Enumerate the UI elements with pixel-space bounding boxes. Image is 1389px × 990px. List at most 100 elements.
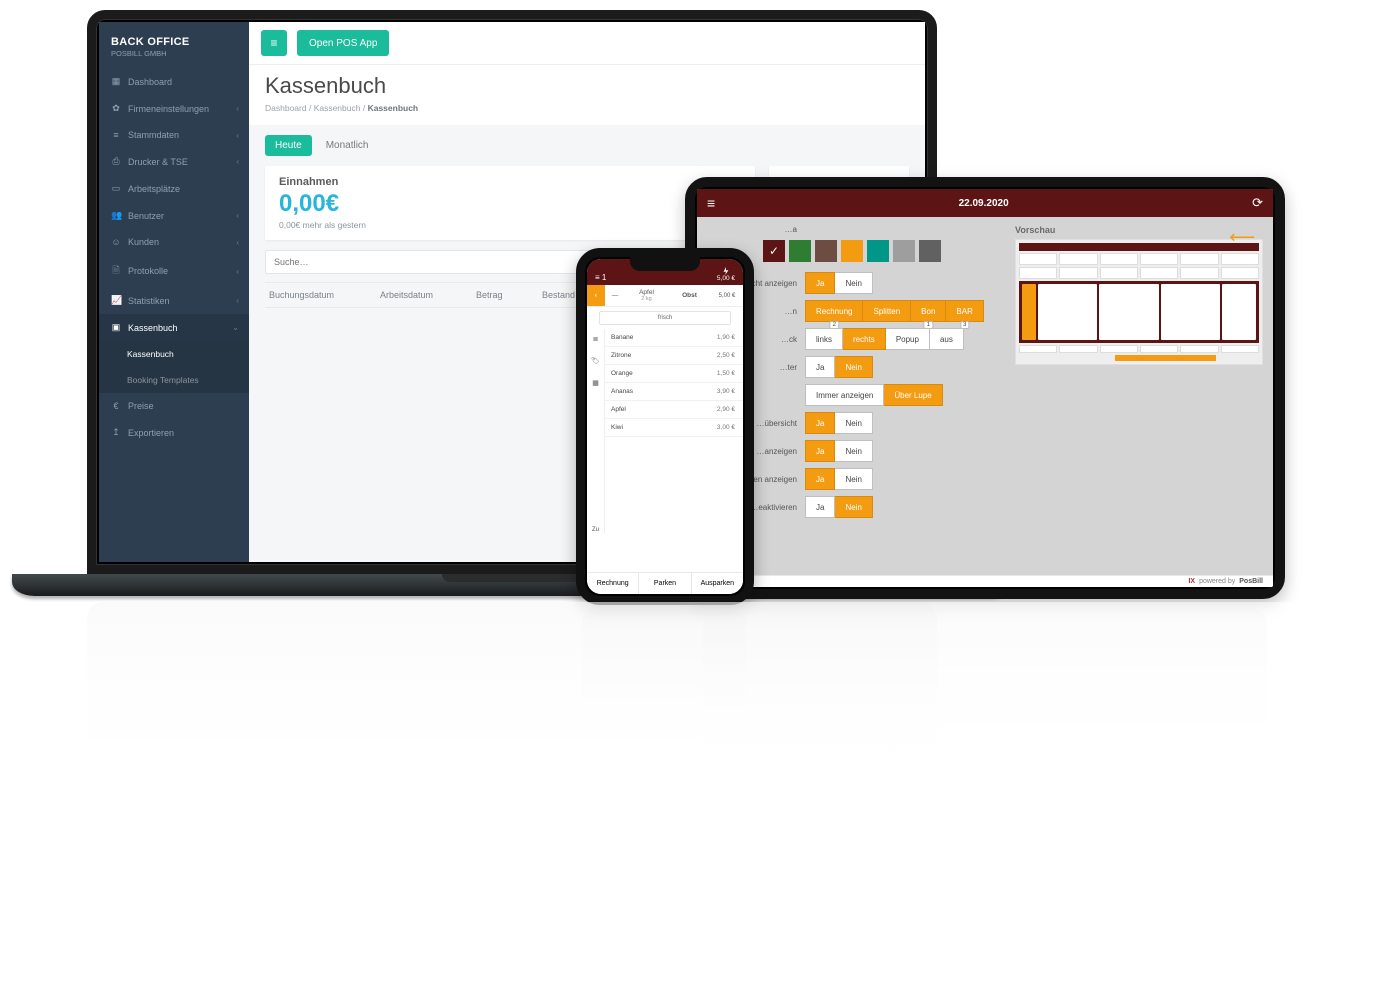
item-list: Banane1,90 €Zitrone2,50 € Orange 1,50 € Ana… — [605, 329, 743, 533]
item-price: 3,90 € — [717, 388, 735, 395]
sidebar-item-protokolle[interactable]: 🗎Protokolle‹ — [99, 255, 249, 287]
seg-option[interactable]: Ja — [805, 412, 835, 434]
color-swatches: ✓ — [763, 240, 987, 262]
seg-option[interactable]: Nein — [835, 356, 872, 378]
color-swatch-selected[interactable]: ✓ — [763, 240, 785, 262]
sidebar-item-dashboard[interactable]: ▦Dashboard — [99, 68, 249, 95]
sidebar-item-drucker-tse[interactable]: ⎙Drucker & TSE‹ — [99, 148, 249, 175]
col-betrag[interactable]: Betrag — [476, 290, 526, 300]
phone-menu[interactable]: ≡ 1 — [595, 273, 606, 282]
seg-option[interactable]: Ja — [805, 272, 835, 294]
seg-option[interactable]: Ja — [805, 496, 835, 518]
seg-option[interactable]: Immer anzeigen — [805, 384, 884, 406]
view-rail: ≣ 🏷 ▦ Zu — [587, 329, 605, 533]
nav-label: Preise — [128, 401, 154, 411]
list-item[interactable]: Ananas3,90 € — [605, 383, 743, 401]
seg-option[interactable]: Über Lupe — [884, 384, 942, 406]
cat-mid[interactable]: Apfel2 kg — [625, 285, 668, 307]
nav-icon: ☺ — [111, 237, 121, 247]
seg-option[interactable]: Nein — [835, 440, 872, 462]
col-arbeitsdatum[interactable]: Arbeitsdatum — [380, 290, 460, 300]
col-buchungsdatum[interactable]: Buchungsdatum — [269, 290, 364, 300]
list-view-icon[interactable]: ≣ — [593, 335, 599, 343]
item-price: 1,50 € — [717, 370, 735, 377]
breadcrumb: Dashboard / Kassenbuch / Kassenbuch — [265, 103, 909, 113]
seg-option[interactable]: Ja — [805, 440, 835, 462]
seg-option[interactable]: Ja — [805, 468, 835, 490]
seg-option[interactable]: rechts — [843, 328, 886, 350]
seg-option[interactable]: links — [805, 328, 843, 350]
seg-option[interactable]: Nein — [835, 412, 872, 434]
list-item[interactable]: Orange 1,50 € — [605, 365, 743, 383]
crumb-0[interactable]: Dashboard — [265, 103, 307, 113]
color-swatch-green[interactable] — [789, 240, 811, 262]
tag-view-icon[interactable]: 🏷 — [591, 357, 600, 365]
nav-icon: ▭ — [111, 183, 121, 194]
einnahmen-value: 0,00€ — [279, 190, 741, 218]
sidebar-item-exportieren[interactable]: ↥Exportieren — [99, 419, 249, 446]
rail-last[interactable]: Zu — [592, 527, 599, 533]
sidebar-item-arbeitspl-tze[interactable]: ▭Arbeitsplätze — [99, 175, 249, 202]
seg-option[interactable]: Rechnung2 — [805, 300, 863, 322]
btn-ausparken[interactable]: Ausparken — [691, 573, 743, 594]
sidebar-item-benutzer[interactable]: 👥Benutzer‹ — [99, 202, 249, 229]
sidebar-item-preise[interactable]: €Preise — [99, 393, 249, 419]
crumb-1[interactable]: Kassenbuch — [314, 103, 361, 113]
menu-toggle-button[interactable]: ≡ — [261, 30, 287, 56]
back-arrow-icon[interactable]: ⟵ — [1229, 227, 1255, 248]
sidebar-item-kunden[interactable]: ☺Kunden‹ — [99, 229, 249, 255]
list-item[interactable]: Apfel2,90 € — [605, 401, 743, 419]
page-header: Kassenbuch Dashboard / Kassenbuch / Kass… — [249, 65, 925, 125]
crumb-2: Kassenbuch — [368, 103, 419, 113]
tab-heute[interactable]: Heute — [265, 135, 312, 156]
seg-option[interactable]: Ja — [805, 356, 835, 378]
list-item[interactable]: Kiwi3,00 € — [605, 419, 743, 437]
color-swatch-brown[interactable] — [815, 240, 837, 262]
seg-option[interactable]: Bon1 — [911, 300, 946, 322]
sidebar-item-booking-templates[interactable]: Booking Templates — [99, 367, 249, 393]
seg-option[interactable]: Nein — [835, 496, 872, 518]
segmented-control: JaNein — [805, 468, 873, 490]
einnahmen-card: Einnahmen 0,00€ 0,00€ mehr als gestern — [265, 166, 755, 240]
seg-option[interactable]: aus — [930, 328, 964, 350]
list-item[interactable]: Banane1,90 € — [605, 329, 743, 347]
seg-option[interactable]: Nein — [835, 272, 872, 294]
color-swatch-dark[interactable] — [919, 240, 941, 262]
item-price: 2,50 € — [717, 352, 735, 359]
search-input[interactable] — [265, 250, 625, 274]
open-pos-button[interactable]: Open POS App — [297, 30, 389, 56]
settings-label: …a — [707, 225, 799, 234]
btn-rechnung[interactable]: Rechnung — [587, 573, 638, 594]
item-name: Orange — [611, 370, 633, 377]
cat-selected[interactable]: Obst — [668, 285, 711, 307]
topbar: ≡ Open POS App — [249, 22, 925, 65]
seg-option[interactable]: BAR3 — [946, 300, 983, 322]
pos-order-app: ≡ 1 5,00 € ‹ — Apfel2 kg Obst 5,00 € fri… — [587, 259, 743, 594]
list-item[interactable]: Zitrone2,50 € — [605, 347, 743, 365]
sidebar-nav: ▦Dashboard✿Firmeneinstellungen‹≡Stammdat… — [99, 68, 249, 562]
nav-icon: ▦ — [111, 76, 121, 87]
seg-option[interactable]: Nein — [835, 468, 872, 490]
seg-option[interactable]: Splitten — [863, 300, 911, 322]
segmented-control: linksrechtsPopupaus — [805, 328, 964, 350]
nav-label: Kassenbuch — [127, 349, 174, 359]
color-swatch-teal[interactable] — [867, 240, 889, 262]
sidebar-item-firmeneinstellungen[interactable]: ✿Firmeneinstellungen‹ — [99, 95, 249, 122]
sync-icon[interactable]: ⟳ — [1252, 195, 1263, 211]
tab-monatlich[interactable]: Monatlich — [316, 135, 379, 156]
color-swatch-orange[interactable] — [841, 240, 863, 262]
phone-notch — [630, 257, 700, 271]
sidebar-item-kassenbuch[interactable]: Kassenbuch — [99, 341, 249, 367]
sidebar-item-statistiken[interactable]: 📈Statistiken‹ — [99, 287, 249, 314]
sidebar-item-kassenbuch[interactable]: ▣Kassenbuch⌄ — [99, 314, 249, 341]
tablet-footer: IX powered by PosBill — [697, 575, 1273, 587]
grid-view-icon[interactable]: ▦ — [592, 379, 599, 387]
sidebar-item-stammdaten[interactable]: ≡Stammdaten‹ — [99, 122, 249, 148]
color-swatch-grey[interactable] — [893, 240, 915, 262]
btn-parken[interactable]: Parken — [638, 573, 690, 594]
cat-back[interactable]: ‹ — [587, 285, 605, 307]
menu-icon[interactable]: ≡ — [707, 195, 715, 211]
cat-current-item[interactable]: — — [605, 285, 625, 307]
seg-option[interactable]: Popup — [886, 328, 930, 350]
subcategory[interactable]: frisch — [599, 311, 731, 325]
